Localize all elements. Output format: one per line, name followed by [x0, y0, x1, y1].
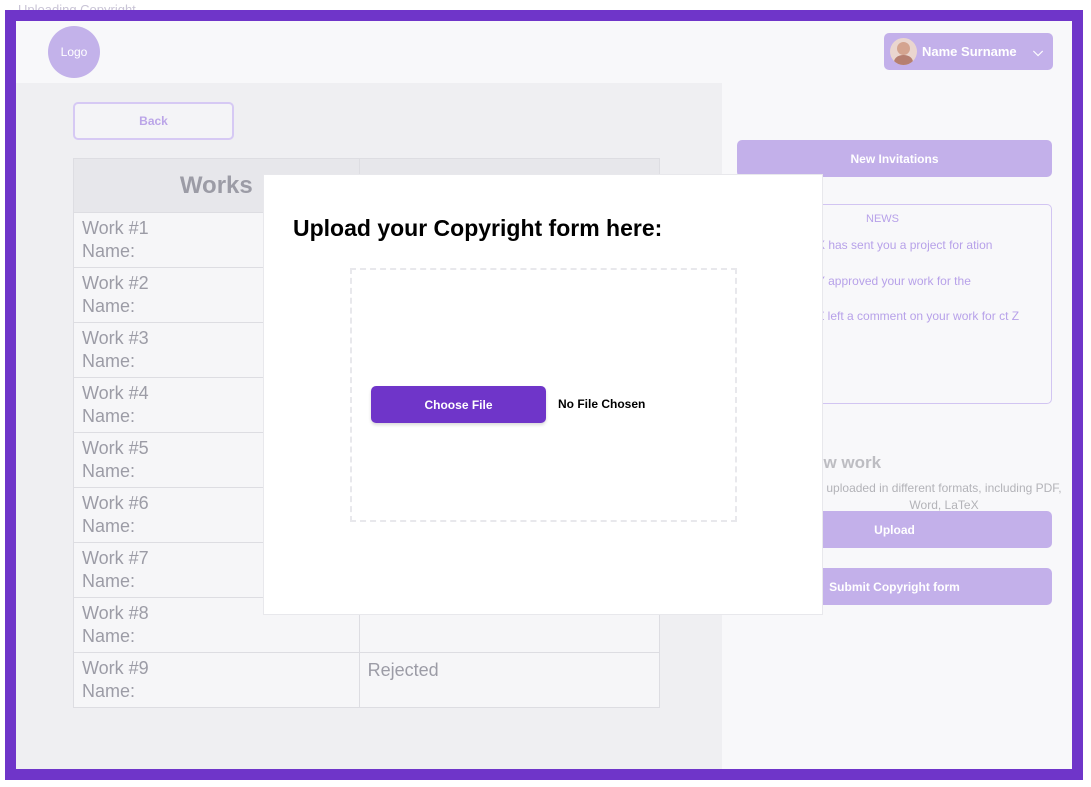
new-work-title: ew work — [814, 453, 882, 472]
work-name: Name: — [82, 241, 136, 261]
work-name: Name: — [82, 406, 136, 426]
work-number: Work #5 — [82, 438, 149, 458]
work-name: Name: — [82, 571, 136, 591]
work-number: Work #3 — [82, 328, 149, 348]
modal-title: Upload your Copyright form here: — [293, 215, 663, 241]
news-panel: NEWS X has sent you a project for ation … — [814, 204, 1052, 404]
work-name: Name: — [82, 516, 136, 536]
user-name: Name Surname — [922, 44, 1017, 59]
work-name: Name: — [82, 626, 136, 646]
logo[interactable]: Logo — [48, 26, 100, 78]
work-number: Work #9 — [82, 658, 149, 678]
table-row[interactable]: Work #9 Name: Rejected — [73, 652, 661, 708]
work-name: Name: — [82, 351, 136, 371]
news-title: NEWS — [866, 213, 899, 225]
work-number: Work #1 — [82, 218, 149, 238]
top-bar: Logo Name Surname ⌵ — [16, 21, 1072, 83]
new-work-description: uploaded in different formats, including… — [826, 481, 1062, 512]
new-invitations-button[interactable]: New Invitations — [737, 140, 1052, 177]
upload-modal: Upload your Copyright form here: Choose … — [263, 174, 823, 615]
work-name: Name: — [82, 681, 136, 701]
user-menu[interactable]: Name Surname ⌵ — [884, 33, 1053, 70]
work-name: Name: — [82, 296, 136, 316]
choose-file-button[interactable]: Choose File — [371, 386, 546, 423]
work-number: Work #7 — [82, 548, 149, 568]
news-item: Z left a comment on your work for ct Z — [817, 309, 1020, 323]
file-dropzone[interactable]: Choose File No File Chosen — [350, 268, 737, 522]
no-file-status: No File Chosen — [558, 397, 646, 411]
work-status: Rejected — [358, 652, 661, 708]
work-number: Work #8 — [82, 603, 149, 623]
work-number: Work #2 — [82, 273, 149, 293]
news-item: Y approved your work for the — [817, 274, 971, 288]
avatar — [890, 38, 917, 65]
back-button[interactable]: Back — [73, 102, 234, 140]
app-window: Logo Name Surname ⌵ Back Works Status Wo… — [5, 10, 1083, 780]
work-number: Work #6 — [82, 493, 149, 513]
work-name: Name: — [82, 461, 136, 481]
work-number: Work #4 — [82, 383, 149, 403]
chevron-down-icon[interactable]: ⌵ — [1033, 44, 1043, 60]
news-item: X has sent you a project for ation — [817, 238, 993, 252]
